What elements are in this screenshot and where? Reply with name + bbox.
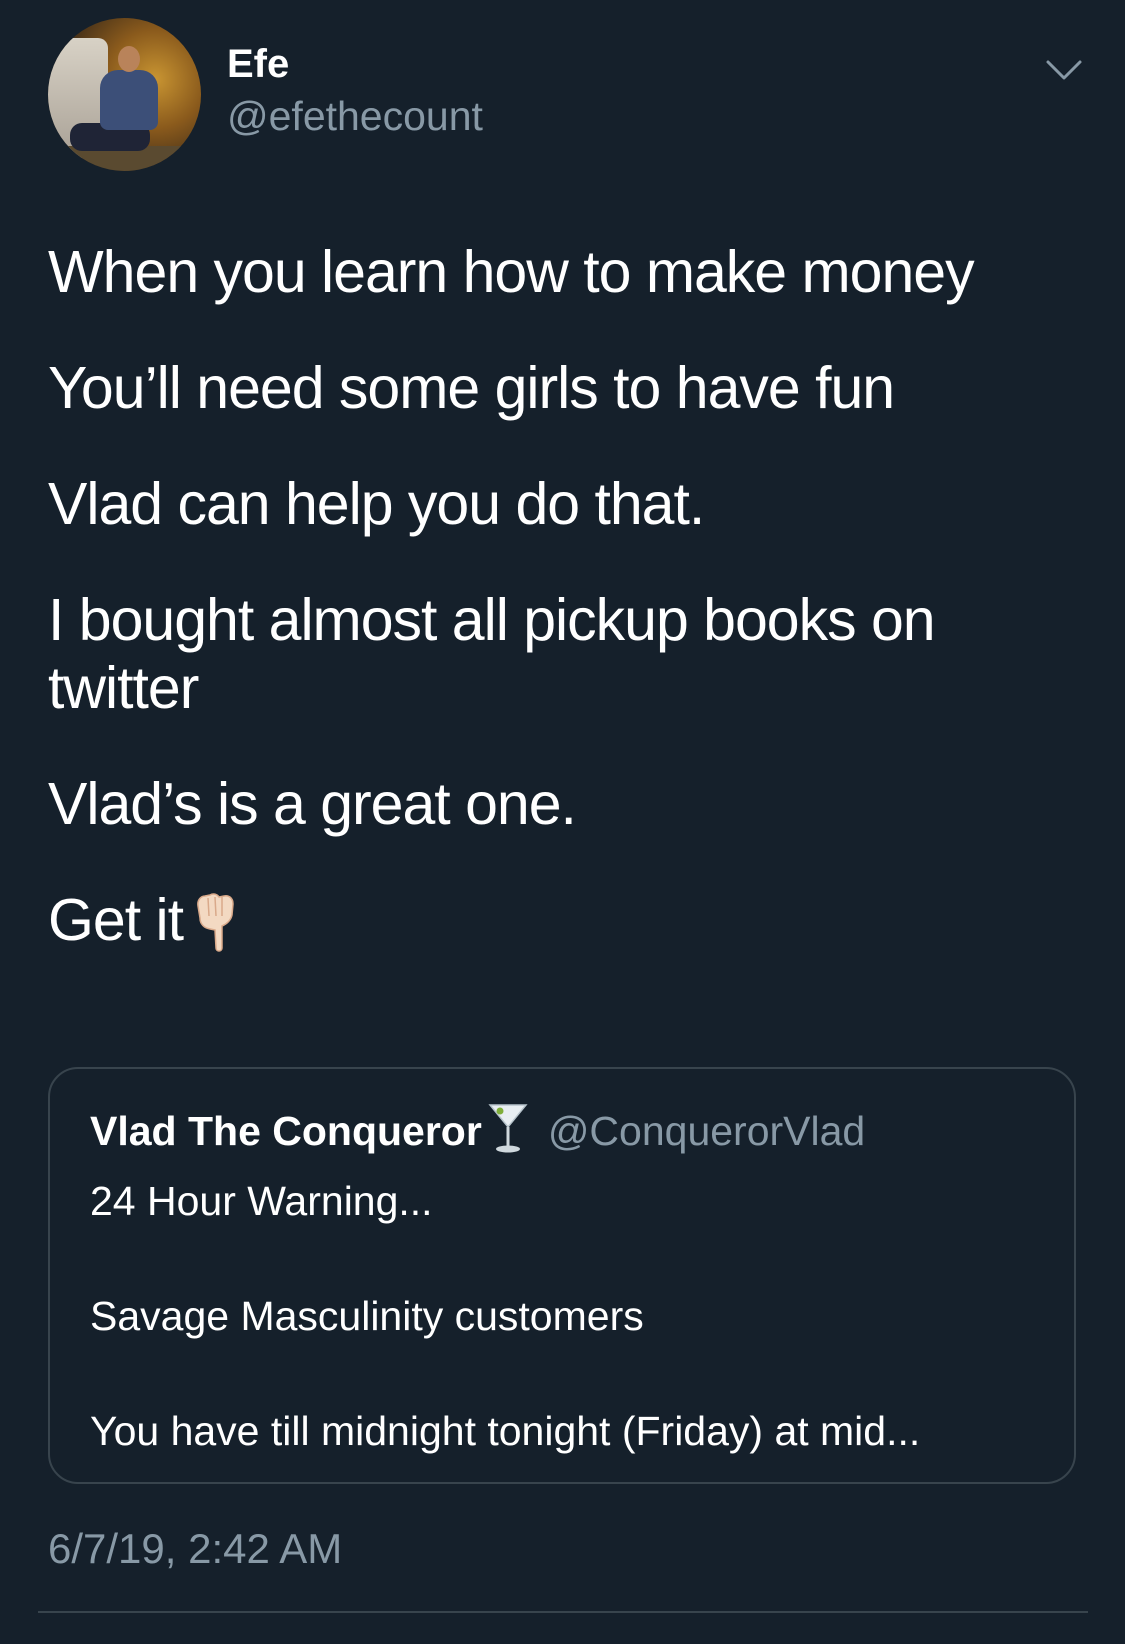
quoted-tweet-line: You have till midnight tonight (Friday) … [90, 1408, 921, 1454]
divider [38, 1611, 1088, 1613]
pointing-down-hand-icon [197, 893, 234, 952]
tweet-line: Vlad can help you do that. [48, 471, 705, 537]
author-handle[interactable]: @efethecount [227, 92, 483, 140]
cocktail-glass-icon [488, 1104, 528, 1153]
avatar-photo-body [100, 70, 158, 130]
tweet-line: Vlad’s is a great one. [48, 771, 577, 837]
author-name[interactable]: Efe [227, 40, 289, 88]
quoted-author-handle: @ConquerorVlad [547, 1108, 866, 1154]
quoted-author-name: Vlad The Conqueror [90, 1108, 482, 1154]
tweet-line: You’ll need some girls to have fun [48, 355, 895, 421]
quoted-tweet-line: 24 Hour Warning... [90, 1178, 433, 1224]
tweet: Efe @efethecount When you learn how to m… [0, 0, 1125, 1644]
tweet-line: When you learn how to make money [48, 239, 975, 305]
tweet-line-text: Get it [48, 887, 184, 953]
quoted-tweet[interactable]: Vlad The Conqueror @ConquerorVlad 24 Hou… [48, 1067, 1076, 1484]
tweet-line-last: Get it [48, 886, 1088, 954]
quoted-tweet-line: Savage Masculinity customers [90, 1293, 644, 1339]
avatar-photo-head [118, 46, 140, 72]
chevron-down-icon[interactable] [1044, 56, 1084, 84]
quoted-tweet-header: Vlad The Conqueror @ConquerorVlad [90, 1099, 865, 1163]
tweet-timestamp[interactable]: 6/7/19, 2:42 AM [48, 1523, 342, 1575]
avatar[interactable] [48, 18, 201, 171]
tweet-line: I bought almost all pickup books on twit… [48, 587, 951, 721]
tweet-text: When you learn how to make money You’ll … [48, 238, 1088, 954]
